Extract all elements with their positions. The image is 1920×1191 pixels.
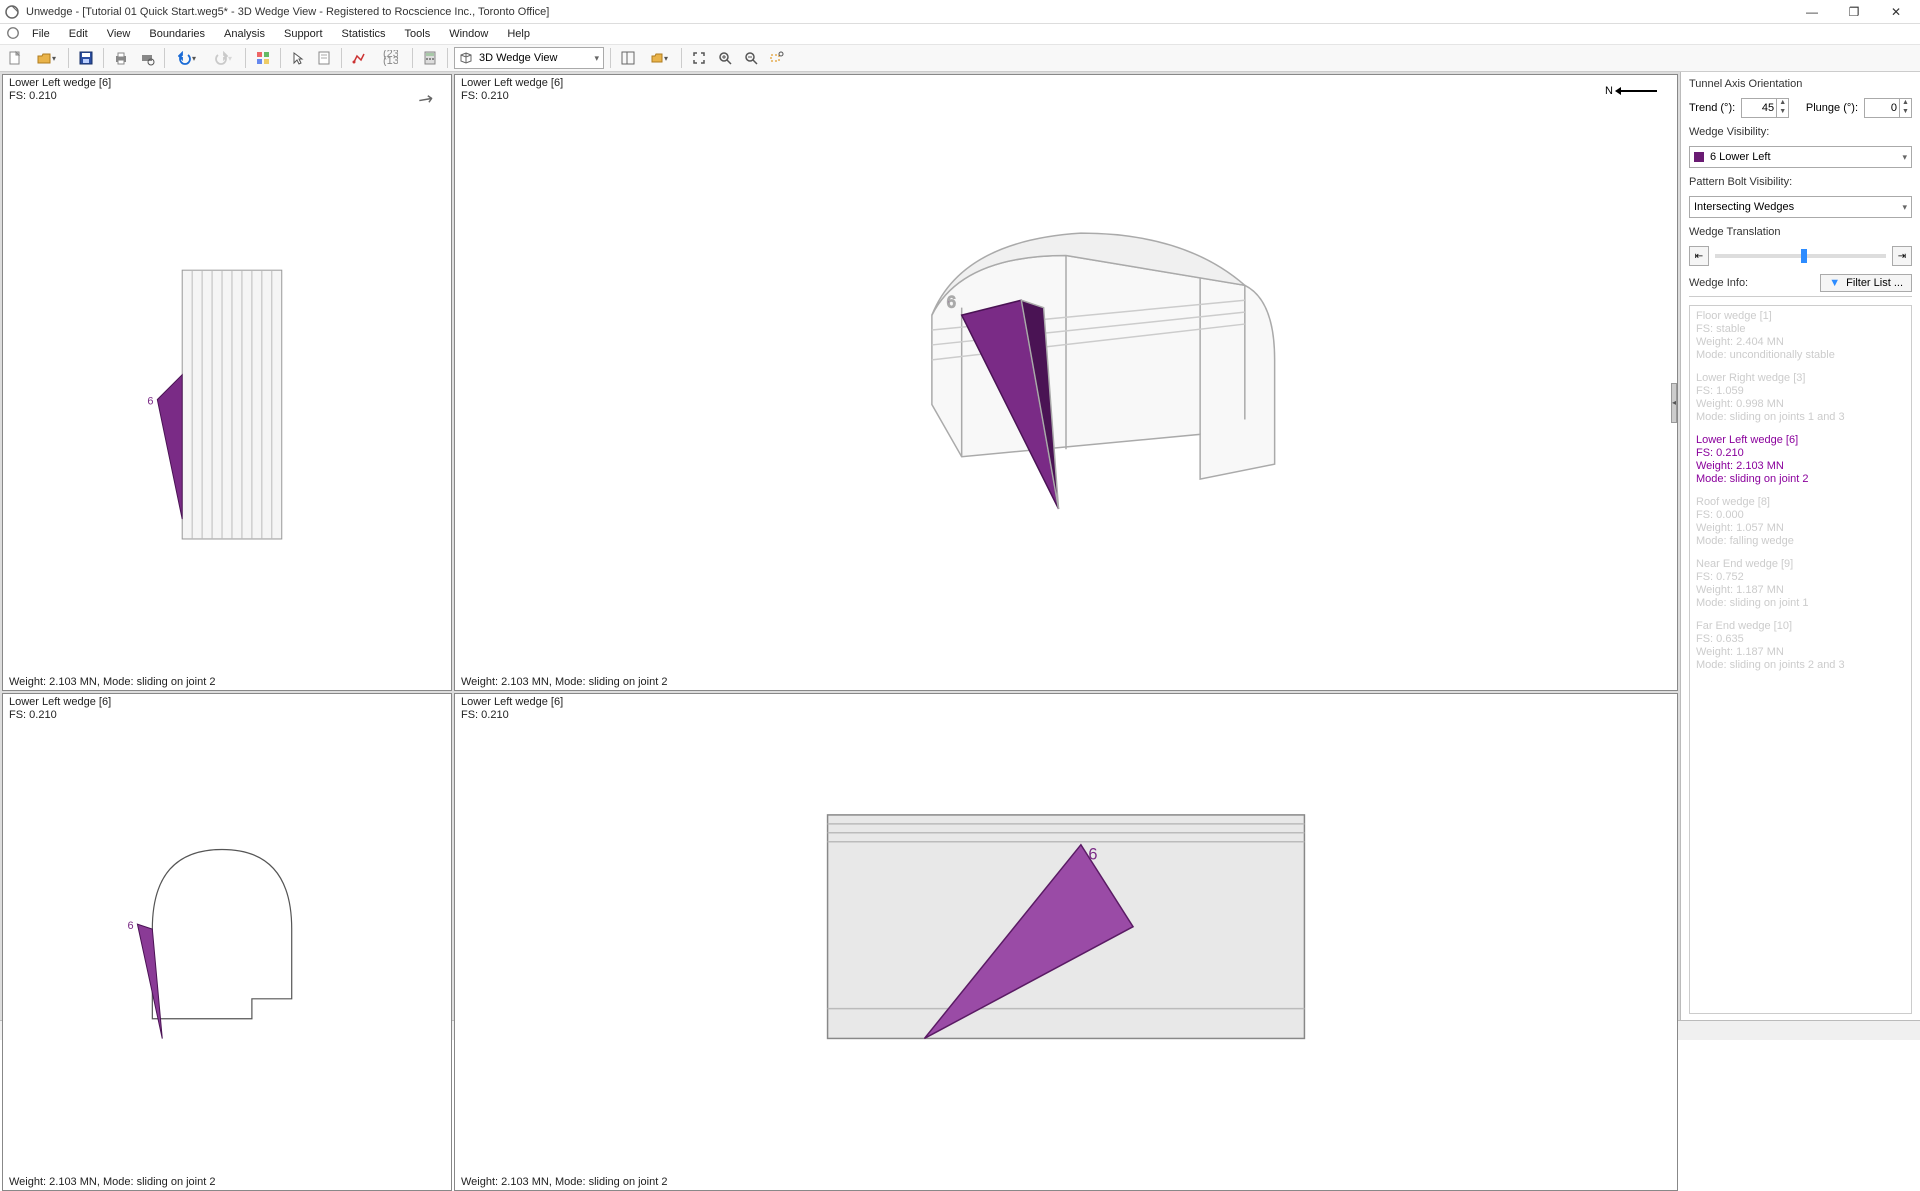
bolt-visibility-value: Intersecting Wedges bbox=[1694, 201, 1794, 213]
undo-icon[interactable]: ▾ bbox=[171, 47, 203, 69]
bolt-visibility-select[interactable]: Intersecting Wedges ▾ bbox=[1689, 196, 1912, 218]
zoom-in-icon[interactable] bbox=[714, 47, 736, 69]
svg-text:(134): (134) bbox=[383, 55, 398, 66]
wedge-visibility-select[interactable]: 6 Lower Left ▾ bbox=[1689, 146, 1912, 168]
redo-icon[interactable]: ▾ bbox=[207, 47, 239, 69]
translation-reset-left[interactable]: ⇤ bbox=[1689, 246, 1709, 266]
wedge-color-swatch bbox=[1694, 152, 1704, 162]
menu-support[interactable]: Support bbox=[278, 28, 329, 40]
svg-text:6: 6 bbox=[147, 396, 153, 408]
new-file-icon[interactable] bbox=[4, 47, 26, 69]
minimize-button[interactable]: — bbox=[1792, 1, 1832, 23]
viewport-3d[interactable]: Lower Left wedge [6] FS: 0.210 N bbox=[454, 74, 1678, 691]
viewport-footer: Weight: 2.103 MN, Mode: sliding on joint… bbox=[3, 1174, 451, 1190]
toolbar: ▾ ▾ ▾ (233)(134) 3D Wedge View ▾ ▾ bbox=[0, 44, 1920, 72]
svg-text:6: 6 bbox=[1088, 846, 1097, 864]
folder-icon[interactable]: ▾ bbox=[643, 47, 675, 69]
workspace: Lower Left wedge [6] FS: 0.210 ↗ bbox=[0, 72, 1920, 1020]
view-selector-label: 3D Wedge View bbox=[479, 52, 557, 64]
view-selector[interactable]: 3D Wedge View ▾ bbox=[454, 47, 604, 69]
menu-boundaries[interactable]: Boundaries bbox=[143, 28, 211, 40]
menu-help[interactable]: Help bbox=[501, 28, 536, 40]
axis-title: Tunnel Axis Orientation bbox=[1689, 78, 1912, 90]
side-panel: Tunnel Axis Orientation Trend (°): ▲▼ Pl… bbox=[1680, 72, 1920, 1020]
viewport-grid: Lower Left wedge [6] FS: 0.210 ↗ bbox=[0, 72, 1680, 1020]
close-button[interactable]: ✕ bbox=[1876, 1, 1916, 23]
trend-input[interactable] bbox=[1742, 102, 1776, 114]
viewport-footer: Weight: 2.103 MN, Mode: sliding on joint… bbox=[455, 1174, 1677, 1190]
wedge-info-title: Wedge Info: bbox=[1689, 277, 1748, 289]
wedge-info-item[interactable]: Lower Right wedge [3]FS: 1.059Weight: 0.… bbox=[1696, 372, 1905, 424]
zoom-window-icon[interactable] bbox=[766, 47, 788, 69]
plunge-label: Plunge (°): bbox=[1806, 102, 1858, 114]
north-indicator: N bbox=[1605, 85, 1657, 97]
panel-icon[interactable] bbox=[617, 47, 639, 69]
app-icon bbox=[4, 4, 20, 20]
funnel-icon: ▼ bbox=[1829, 277, 1840, 289]
svg-text:6: 6 bbox=[947, 294, 956, 312]
wedge-info-item[interactable]: Roof wedge [8]FS: 0.000Weight: 1.057 MNM… bbox=[1696, 496, 1905, 548]
bolt-visibility-title: Pattern Bolt Visibility: bbox=[1689, 176, 1912, 188]
plunge-input[interactable] bbox=[1865, 102, 1899, 114]
viewport-header: Lower Left wedge [6] FS: 0.210 bbox=[3, 75, 451, 105]
wedge-info-item[interactable]: Floor wedge [1]FS: stableWeight: 2.404 M… bbox=[1696, 310, 1905, 362]
save-icon[interactable] bbox=[75, 47, 97, 69]
translation-slider[interactable] bbox=[1715, 254, 1886, 258]
visibility-title: Wedge Visibility: bbox=[1689, 126, 1912, 138]
wedge-info-item[interactable]: Lower Left wedge [6]FS: 0.210Weight: 2.1… bbox=[1696, 434, 1905, 486]
print-preview-icon[interactable] bbox=[136, 47, 158, 69]
wedge-info-list[interactable]: Floor wedge [1]FS: stableWeight: 2.404 M… bbox=[1689, 305, 1912, 1014]
window-title: Unwedge - [Tutorial 01 Quick Start.weg5*… bbox=[26, 6, 1792, 18]
open-file-icon[interactable]: ▾ bbox=[30, 47, 62, 69]
viewport-footer: Weight: 2.103 MN, Mode: sliding on joint… bbox=[3, 674, 451, 690]
translation-reset-right[interactable]: ⇥ bbox=[1892, 246, 1912, 266]
dimension-icon[interactable]: (233)(134) bbox=[374, 47, 406, 69]
trend-spinner[interactable]: ▲▼ bbox=[1741, 98, 1789, 118]
viewport-plan[interactable]: Lower Left wedge [6] FS: 0.210 6 We bbox=[454, 693, 1678, 1191]
menu-statistics[interactable]: Statistics bbox=[336, 28, 392, 40]
viewport-header: Lower Left wedge [6] FS: 0.210 bbox=[455, 694, 1677, 724]
cube-icon bbox=[459, 51, 473, 65]
wedge-info-item[interactable]: Near End wedge [9]FS: 0.752Weight: 1.187… bbox=[1696, 558, 1905, 610]
title-bar: Unwedge - [Tutorial 01 Quick Start.weg5*… bbox=[0, 0, 1920, 24]
viewport-footer: Weight: 2.103 MN, Mode: sliding on joint… bbox=[455, 674, 1677, 690]
trend-label: Trend (°): bbox=[1689, 102, 1735, 114]
filter-list-button[interactable]: ▼ Filter List ... bbox=[1820, 274, 1912, 292]
app-small-icon bbox=[6, 26, 20, 43]
viewport-top[interactable]: Lower Left wedge [6] FS: 0.210 ↗ bbox=[2, 74, 452, 691]
analysis-icon[interactable] bbox=[348, 47, 370, 69]
menu-tools[interactable]: Tools bbox=[399, 28, 437, 40]
svg-text:6: 6 bbox=[127, 920, 133, 932]
translation-title: Wedge Translation bbox=[1689, 226, 1912, 238]
viewport-header: Lower Left wedge [6] FS: 0.210 bbox=[455, 75, 1677, 105]
panel-collapse-grip[interactable]: ◂ bbox=[1671, 383, 1677, 423]
viewport-header: Lower Left wedge [6] FS: 0.210 bbox=[3, 694, 451, 724]
grid-icon[interactable] bbox=[252, 47, 274, 69]
menu-bar: File Edit View Boundaries Analysis Suppo… bbox=[0, 24, 1920, 44]
menu-view[interactable]: View bbox=[101, 28, 137, 40]
zoom-out-icon[interactable] bbox=[740, 47, 762, 69]
menu-analysis[interactable]: Analysis bbox=[218, 28, 271, 40]
menu-edit[interactable]: Edit bbox=[63, 28, 94, 40]
document-icon[interactable] bbox=[313, 47, 335, 69]
pointer-icon[interactable] bbox=[287, 47, 309, 69]
wedge-info-item[interactable]: Far End wedge [10]FS: 0.635Weight: 1.187… bbox=[1696, 620, 1905, 672]
wedge-visibility-value: 6 Lower Left bbox=[1710, 151, 1771, 163]
filter-label: Filter List ... bbox=[1846, 277, 1903, 289]
calculator-icon[interactable] bbox=[419, 47, 441, 69]
viewport-section[interactable]: Lower Left wedge [6] FS: 0.210 6 Weight:… bbox=[2, 693, 452, 1191]
menu-window[interactable]: Window bbox=[443, 28, 494, 40]
plunge-spinner[interactable]: ▲▼ bbox=[1864, 98, 1912, 118]
print-icon[interactable] bbox=[110, 47, 132, 69]
fit-icon[interactable] bbox=[688, 47, 710, 69]
maximize-button[interactable]: ❐ bbox=[1834, 1, 1874, 23]
menu-file[interactable]: File bbox=[26, 28, 56, 40]
